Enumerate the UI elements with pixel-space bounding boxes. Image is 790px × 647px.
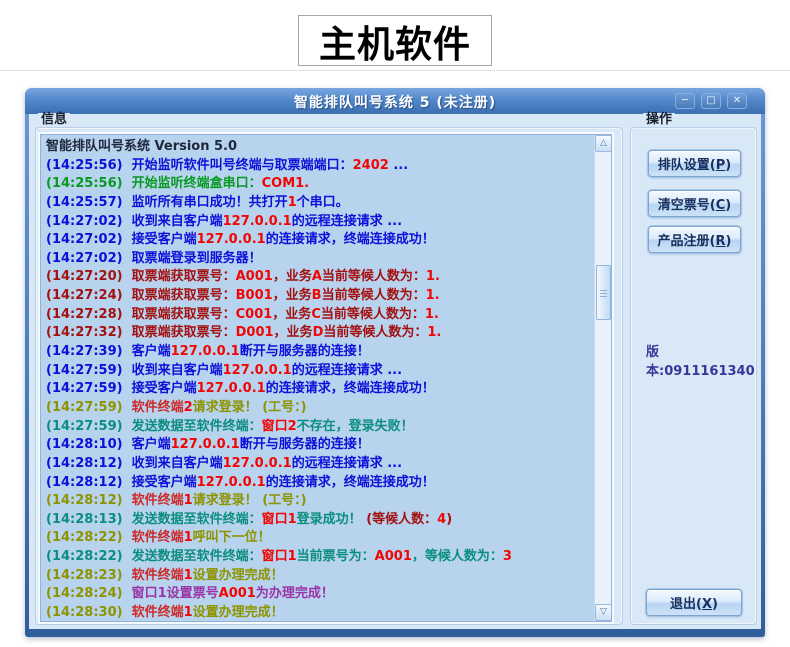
header-divider	[0, 70, 790, 71]
minimize-icon: ─	[682, 95, 688, 106]
log-line[interactable]: (14:25:56) 开始监听终端盒串口：COM1.	[46, 175, 594, 194]
log-line[interactable]: (14:27:02) 收到来自客户端127.0.0.1的远程连接请求 ...	[46, 213, 594, 232]
log-line[interactable]: (14:28:12) 软件终端1请求登录！ (工号：)	[46, 492, 594, 511]
ops-group-label: 操作	[643, 113, 675, 127]
window-controls: ─ □ ✕	[675, 93, 747, 109]
log-line[interactable]: (14:28:10) 客户端127.0.0.1断开与服务器的连接！	[46, 436, 594, 455]
log-line[interactable]: (14:27:59) 发送数据至软件终端：窗口2不存在，登录失败！	[46, 418, 594, 437]
log-list[interactable]: 智能排队叫号系统 Version 5.0(14:25:56) 开始监听软件叫号终…	[40, 134, 612, 622]
maximize-button[interactable]: □	[701, 93, 721, 109]
app-window: 智能排队叫号系统 5 (未注册) ─ □ ✕ 信息 智能排队叫号系统 Versi…	[25, 88, 765, 637]
log-line[interactable]: (14:28:24) 窗口1设置票号A001为办理完成！	[46, 585, 594, 604]
log-scrollbar[interactable]: △ ▽	[594, 135, 611, 621]
page-title-box: 主机软件	[298, 15, 492, 66]
log-line[interactable]: (14:28:22) 发送数据至软件终端：窗口1当前票号为：A001，等候人数为…	[46, 548, 594, 567]
log-line[interactable]: (14:27:20) 取票端获取票号：A001，业务A当前等候人数为：1.	[46, 268, 594, 287]
log-line[interactable]: (14:27:24) 取票端获取票号：B001，业务B当前等候人数为：1.	[46, 287, 594, 306]
log-line[interactable]: (14:25:56) 开始监听软件叫号终端与取票端端口：2402 ...	[46, 157, 594, 176]
page: 主机软件 智能排队叫号系统 5 (未注册) ─ □ ✕ 信息 智能排队叫号系统	[0, 0, 790, 647]
window-title: 智能排队叫号系统 5 (未注册)	[25, 92, 765, 112]
log-line[interactable]: (14:28:13) 发送数据至软件终端：窗口1登录成功！ (等候人数：4)	[46, 511, 594, 530]
scroll-down-icon: ▽	[600, 607, 607, 617]
version-label: 版本:0911161340	[646, 341, 756, 379]
log-line[interactable]: (14:27:02) 接受客户端127.0.0.1的连接请求，终端连接成功！	[46, 231, 594, 250]
clear-tickets-button[interactable]: 清空票号(C)	[648, 190, 741, 217]
minimize-button[interactable]: ─	[675, 93, 695, 109]
client-area: 信息 智能排队叫号系统 Version 5.0(14:25:56) 开始监听软件…	[29, 114, 761, 629]
scroll-down-button[interactable]: ▽	[595, 604, 612, 621]
log-line[interactable]: (14:27:32) 取票端获取票号：D001，业务D当前等候人数为：1.	[46, 324, 594, 343]
scroll-thumb[interactable]	[596, 265, 611, 320]
log-line[interactable]: (14:27:28) 取票端获取票号：C001，业务C当前等候人数为：1.	[46, 306, 594, 325]
log-line[interactable]: (14:25:57) 监听所有串口成功！共打开1个串口。	[46, 194, 594, 213]
log-line[interactable]: (14:28:12) 接受客户端127.0.0.1的连接请求，终端连接成功！	[46, 474, 594, 493]
log-line[interactable]: (14:27:59) 收到来自客户端127.0.0.1的远程连接请求 ...	[46, 362, 594, 381]
log-line[interactable]: (14:27:59) 接受客户端127.0.0.1的连接请求，终端连接成功！	[46, 380, 594, 399]
maximize-icon: □	[706, 95, 715, 106]
log-line[interactable]: (14:28:30) 软件终端1设置办理完成！	[46, 604, 594, 621]
log-line[interactable]: (14:27:59) 软件终端2请求登录！ (工号：)	[46, 399, 594, 418]
info-group-label: 信息	[38, 113, 70, 127]
log-rows: 智能排队叫号系统 Version 5.0(14:25:56) 开始监听软件叫号终…	[41, 135, 594, 621]
scroll-up-button[interactable]: △	[595, 135, 612, 152]
page-title: 主机软件	[319, 14, 471, 68]
log-line[interactable]: (14:28:23) 软件终端1设置办理完成！	[46, 567, 594, 586]
scroll-up-icon: △	[600, 138, 607, 148]
log-line[interactable]: 智能排队叫号系统 Version 5.0	[46, 138, 594, 157]
product-register-button[interactable]: 产品注册(R)	[648, 226, 741, 253]
log-line[interactable]: (14:27:39) 客户端127.0.0.1断开与服务器的连接！	[46, 343, 594, 362]
log-line[interactable]: (14:28:12) 收到来自客户端127.0.0.1的远程连接请求 ...	[46, 455, 594, 474]
log-line[interactable]: (14:28:22) 软件终端1呼叫下一位！	[46, 529, 594, 548]
close-button[interactable]: ✕	[727, 93, 747, 109]
log-line[interactable]: (14:27:02) 取票端登录到服务器！	[46, 250, 594, 269]
exit-button[interactable]: 退出(X)	[646, 589, 742, 616]
close-icon: ✕	[733, 95, 741, 106]
title-bar[interactable]: 智能排队叫号系统 5 (未注册) ─ □ ✕	[25, 88, 765, 114]
queue-settings-button[interactable]: 排队设置(P)	[648, 150, 741, 177]
